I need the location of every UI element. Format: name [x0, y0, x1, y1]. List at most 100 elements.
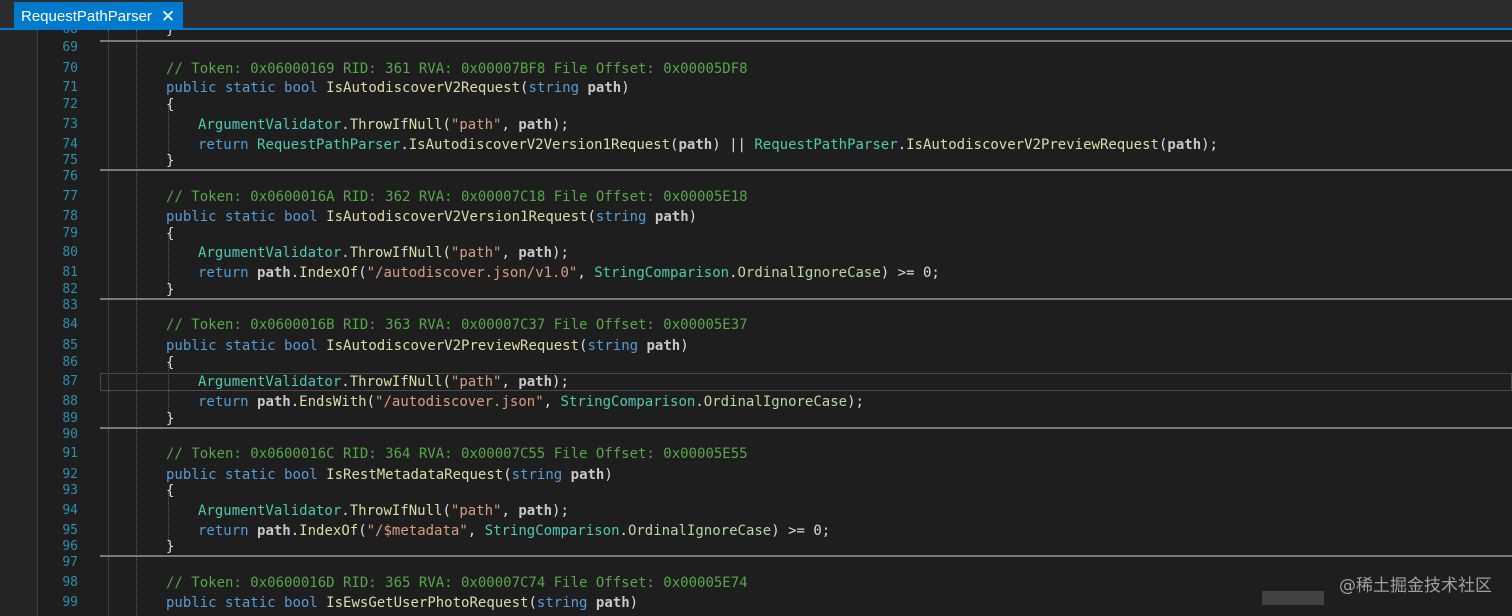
method-call: ThrowIfNull	[349, 374, 443, 390]
keyword: return	[198, 137, 258, 153]
comment-line: // Token: 0x06000169 RID: 361 RVA: 0x000…	[166, 61, 748, 77]
string-literal: "/autodiscover.json/v1.0"	[366, 265, 578, 281]
closing-brace: }	[166, 30, 175, 38]
dot: .	[341, 374, 350, 390]
method-separator	[100, 427, 1512, 429]
paren: (	[442, 245, 451, 261]
paren: )	[688, 209, 698, 225]
comma: ,	[501, 374, 519, 390]
code-line: }	[166, 30, 174, 39]
method-call: IsAutodiscoverV2PreviewRequest	[906, 137, 1159, 153]
paren: )	[629, 595, 639, 611]
code-line: ArgumentValidator.ThrowIfNull("path", pa…	[198, 373, 569, 391]
paren: )	[680, 338, 689, 354]
method-name: IsRestMetadataRequest	[326, 467, 504, 483]
dot: .	[897, 137, 907, 153]
dot: .	[290, 394, 300, 410]
code-line: return path.EndsWith("/autodiscover.json…	[198, 393, 864, 411]
param-type: string	[528, 80, 580, 96]
method-signature: public static bool IsAutodiscoverV2Previ…	[166, 337, 689, 355]
method-call: IndexOf	[299, 265, 359, 281]
class-name: ArgumentValidator	[198, 117, 342, 133]
close-icon[interactable]: ✕	[161, 8, 175, 25]
paren: (	[366, 394, 376, 410]
string-literal: "path"	[450, 503, 502, 519]
comment-line: // Token: 0x0600016D RID: 365 RVA: 0x000…	[166, 575, 748, 591]
paren: (	[442, 117, 451, 133]
comment-line: // Token: 0x0600016A RID: 362 RVA: 0x000…	[166, 189, 748, 205]
operator: ||	[720, 137, 755, 153]
param-name: path	[654, 209, 689, 225]
arg: path	[1167, 137, 1202, 153]
site-watermark: @稀土掘金技术社区	[1339, 576, 1492, 596]
paren: (	[442, 374, 451, 390]
code-line: }	[166, 153, 175, 169]
code-line: return RequestPathParser.IsAutodiscoverV…	[198, 136, 1218, 154]
arg: path	[678, 137, 713, 153]
operator: ) >= 0;	[880, 265, 940, 281]
param-name: path	[587, 80, 622, 96]
method-separator	[100, 169, 1512, 171]
dot: .	[400, 137, 409, 153]
code-editor[interactable]: 68 69 70 71 72 73 74 75 76 77 78 79 80 8…	[38, 30, 1512, 616]
paren: );	[552, 503, 569, 519]
paren: (	[358, 523, 367, 539]
paren: );	[1201, 137, 1218, 153]
method-signature: public static bool IsEwsGetUserPhotoRequ…	[166, 594, 638, 612]
enum-member: OrdinalIgnoreCase	[703, 394, 848, 410]
code-line: {	[166, 355, 175, 371]
arg: path	[257, 265, 291, 281]
enum-member: OrdinalIgnoreCase	[627, 523, 772, 539]
paren: );	[552, 117, 569, 133]
method-call: IndexOf	[299, 523, 359, 539]
method-call: IsAutodiscoverV2Version1Request	[408, 137, 671, 153]
paren: (	[528, 595, 537, 611]
modifiers: public static	[166, 338, 285, 354]
code-line: {	[166, 97, 175, 113]
code-area[interactable]: } // Token: 0x06000169 RID: 361 RVA: 0x0…	[38, 30, 1512, 616]
dot: .	[729, 265, 738, 281]
method-call: EndsWith	[299, 394, 367, 410]
paren: )	[712, 137, 721, 153]
class-name: StringComparison	[594, 265, 730, 281]
comma: ,	[501, 503, 519, 519]
return-type: bool	[284, 80, 318, 96]
arg: path	[518, 374, 553, 390]
arg: path	[518, 117, 553, 133]
tab-title: RequestPathParser	[21, 7, 152, 25]
method-signature: public static bool IsAutodiscoverV2Versi…	[166, 208, 697, 226]
param-name: path	[646, 338, 681, 354]
blurred-region	[1262, 591, 1324, 605]
operator: ) >= 0;	[771, 523, 831, 539]
paren: );	[552, 374, 569, 390]
code-line: ArgumentValidator.ThrowIfNull("path", pa…	[198, 244, 569, 262]
string-literal: "/$metadata"	[366, 523, 468, 539]
method-call: ThrowIfNull	[349, 245, 443, 261]
code-line: {	[166, 483, 175, 499]
class-name: ArgumentValidator	[198, 374, 342, 390]
code-line: }	[166, 539, 175, 555]
comment-line: // Token: 0x0600016B RID: 363 RVA: 0x000…	[166, 317, 748, 333]
return-type: bool	[284, 595, 318, 611]
paren: );	[552, 245, 569, 261]
class-name: RequestPathParser	[257, 137, 401, 153]
keyword: return	[198, 394, 258, 410]
param-type: string	[511, 467, 563, 483]
arg: path	[518, 503, 553, 519]
code-line: }	[166, 411, 175, 427]
param-name: path	[570, 467, 605, 483]
string-literal: "path"	[450, 117, 502, 133]
class-name: ArgumentValidator	[198, 245, 342, 261]
comma: ,	[501, 117, 519, 133]
method-signature: public static bool IsRestMetadataRequest…	[166, 466, 613, 484]
dot: .	[695, 394, 704, 410]
dot: .	[290, 265, 300, 281]
modifiers: public static	[166, 467, 285, 483]
code-line: return path.IndexOf("/$metadata", String…	[198, 522, 830, 540]
paren: )	[621, 80, 630, 96]
document-tab-bar: RequestPathParser ✕	[0, 0, 1512, 30]
param-name: path	[595, 595, 630, 611]
method-call: ThrowIfNull	[349, 117, 443, 133]
tab-request-path-parser[interactable]: RequestPathParser ✕	[14, 2, 184, 30]
comma: ,	[543, 394, 561, 410]
